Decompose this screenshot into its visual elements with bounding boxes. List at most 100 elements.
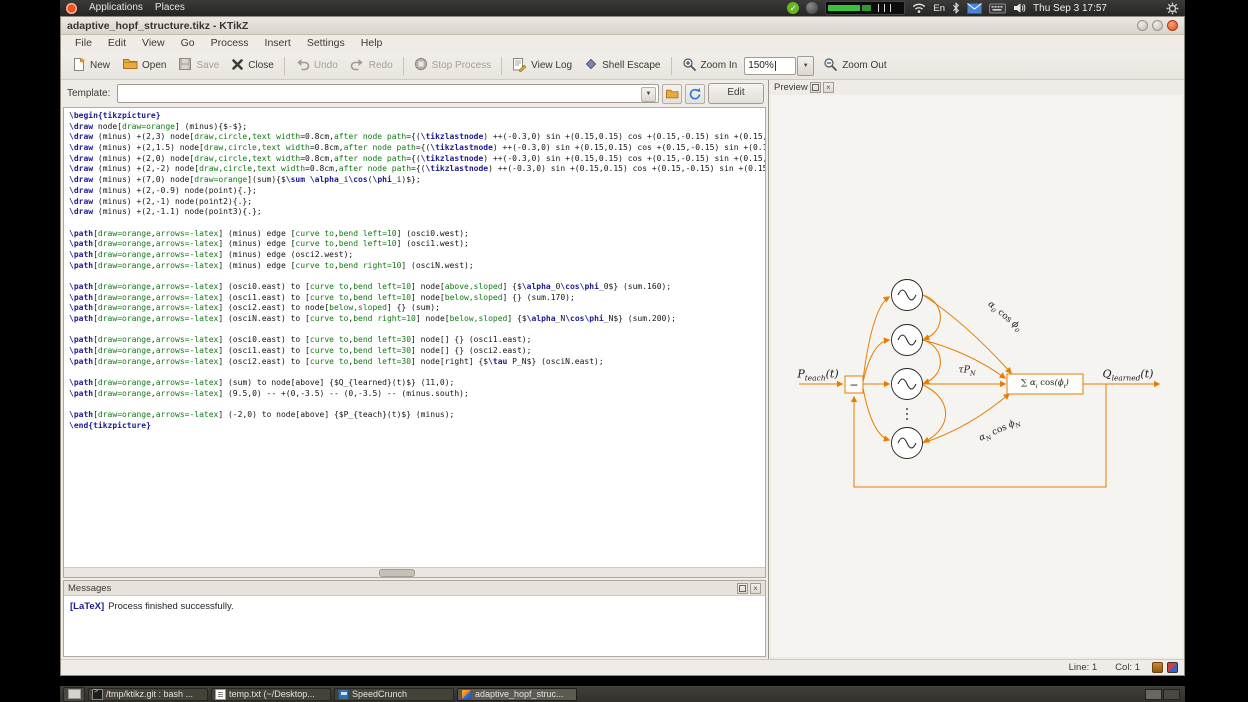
code-line — [69, 400, 765, 411]
sum-node-label: ∑ αi cos(ϕi) — [1021, 378, 1069, 390]
volume-icon[interactable] — [1013, 2, 1026, 14]
code-area[interactable]: \begin{tikzpicture}\draw node[draw=orang… — [64, 108, 765, 567]
workspace-switcher — [1145, 689, 1180, 700]
undock-icon[interactable] — [810, 82, 821, 93]
template-combobox[interactable]: ▼ — [117, 84, 659, 103]
taskbar-window-button[interactable]: SpeedCrunch — [334, 688, 454, 701]
column-indicator: Col: 1 — [1115, 662, 1140, 673]
mail-icon[interactable] — [967, 3, 982, 14]
places-menu[interactable]: Places — [149, 0, 191, 16]
applications-menu[interactable]: Applications — [83, 0, 149, 16]
settings-gear-icon[interactable] — [1166, 2, 1179, 15]
menu-item[interactable]: Edit — [100, 35, 134, 52]
status-misc-icon[interactable] — [1167, 662, 1178, 673]
save-button[interactable]: Save — [172, 55, 225, 76]
close-panel-icon[interactable]: × — [823, 82, 834, 93]
menu-item[interactable]: Settings — [299, 35, 353, 52]
show-desktop-button[interactable] — [63, 687, 85, 702]
horizontal-scrollbar[interactable] — [64, 567, 765, 577]
zoom-dropdown-arrow[interactable]: ▼ — [797, 56, 814, 76]
preview-header: Preview × — [769, 80, 1184, 95]
taskbar-window-label: adaptive_hopf_struc... — [475, 689, 564, 699]
minus-node-label: − — [849, 379, 858, 392]
taskbar-window-label: SpeedCrunch — [352, 689, 407, 699]
text-cursor — [775, 61, 776, 71]
code-line: \path[draw=orange,arrows=-latex] (osci2.… — [69, 303, 765, 314]
workspace-2[interactable] — [1163, 689, 1180, 700]
taskbar-window-label: /tmp/ktikz.git : bash ... — [106, 689, 193, 699]
keyboard-icon[interactable] — [989, 3, 1006, 14]
code-line: \path[draw=orange,arrows=-latex] (minus)… — [69, 239, 765, 250]
stop-process-button[interactable]: Stop Process — [408, 55, 497, 76]
status-package-icon[interactable] — [1152, 662, 1163, 673]
keyboard-layout-indicator[interactable]: En — [933, 3, 945, 14]
undock-icon[interactable] — [737, 583, 748, 594]
chevron-down-icon[interactable]: ▼ — [641, 87, 656, 102]
open-button[interactable]: Open — [116, 55, 172, 76]
system-monitor-applet[interactable] — [825, 1, 905, 15]
code-line: \path[draw=orange,arrows=-latex] (osciN.… — [69, 314, 765, 325]
code-line: \draw (minus) +(2,-0.9) node(point){.}; — [69, 186, 765, 197]
new-button[interactable]: New — [66, 55, 116, 77]
menu-item[interactable]: Insert — [257, 35, 299, 52]
workspace-1[interactable] — [1145, 689, 1162, 700]
template-reload-button[interactable] — [685, 84, 705, 104]
ubuntu-logo-icon[interactable] — [66, 3, 77, 14]
zoom-level-input[interactable]: 150% — [744, 57, 796, 75]
code-line: \draw (minus) +(2,-2) node[draw,circle,t… — [69, 164, 765, 175]
editor-column: Template: ▼ Edit \begin{tikzpicture}\dra… — [61, 80, 768, 659]
minimize-button[interactable] — [1137, 20, 1148, 31]
code-line — [69, 368, 765, 379]
preview-column: Preview × — [768, 80, 1184, 659]
network-globe-icon[interactable] — [806, 2, 818, 14]
code-line: \path[draw=orange,arrows=-latex] (minus)… — [69, 261, 765, 272]
terminal-icon — [92, 689, 103, 700]
close-panel-icon[interactable]: × — [750, 583, 761, 594]
code-line — [69, 325, 765, 336]
maximize-button[interactable] — [1152, 20, 1163, 31]
line-indicator: Line: 1 — [1069, 662, 1098, 673]
stop-icon — [414, 57, 428, 74]
main-area: Template: ▼ Edit \begin{tikzpicture}\dra… — [61, 80, 1184, 659]
shell-escape-button[interactable]: Shell Escape — [578, 55, 666, 76]
view-log-label: View Log — [531, 60, 572, 71]
redo-label: Redo — [369, 60, 393, 71]
code-line: \draw (minus) +(2,-1) node(point2){.}; — [69, 197, 765, 208]
taskbar-window-label: temp.txt (~/Desktop... — [229, 689, 315, 699]
update-check-icon[interactable]: ✓ — [787, 2, 799, 14]
taskbar-window-button[interactable]: /tmp/ktikz.git : bash ... — [88, 688, 208, 701]
wifi-icon[interactable] — [912, 2, 926, 14]
status-bar: Line: 1 Col: 1 — [61, 659, 1184, 675]
undo-button[interactable]: Undo — [289, 55, 344, 76]
code-line: \path[draw=orange,arrows=-latex] (osci0.… — [69, 282, 765, 293]
template-edit-button[interactable]: Edit — [708, 83, 764, 104]
shell-escape-icon — [584, 57, 598, 74]
monitor-tick — [878, 4, 879, 12]
menu-item[interactable]: View — [134, 35, 173, 52]
close-file-button[interactable]: Close — [225, 56, 280, 76]
code-editor[interactable]: \begin{tikzpicture}\draw node[draw=orang… — [63, 107, 766, 578]
zoom-out-button[interactable]: Zoom Out — [817, 55, 892, 77]
menu-item[interactable]: Go — [173, 35, 203, 52]
menu-item[interactable]: File — [67, 35, 100, 52]
scrollbar-thumb[interactable] — [379, 569, 415, 577]
taskbar-window-button[interactable]: adaptive_hopf_struc... — [457, 688, 577, 701]
textfile-icon — [215, 689, 226, 700]
template-open-button[interactable] — [662, 84, 682, 104]
zoom-in-button[interactable]: Zoom In — [676, 55, 744, 77]
system-tray: ✓ En Thu Sep 3 17:57 — [787, 1, 1181, 15]
code-line: \path[draw=orange,arrows=-latex] (minus)… — [69, 229, 765, 240]
redo-button[interactable]: Redo — [344, 55, 399, 76]
bluetooth-icon[interactable] — [952, 2, 960, 14]
menu-item[interactable]: Process — [203, 35, 257, 52]
code-line: \path[draw=orange,arrows=-latex] (-2,0) … — [69, 410, 765, 421]
taskbar-window-button[interactable]: temp.txt (~/Desktop... — [211, 688, 331, 701]
p-teach-label: Pteach(t) — [797, 367, 838, 382]
titlebar[interactable]: adaptive_hopf_structure.tikz - KTikZ — [61, 17, 1184, 35]
close-window-button[interactable] — [1167, 20, 1178, 31]
view-log-button[interactable]: View Log — [506, 55, 578, 77]
code-line: \draw (minus) +(2,1.5) node[draw,circle,… — [69, 143, 765, 154]
panel-clock[interactable]: Thu Sep 3 17:57 — [1033, 3, 1107, 14]
menu-item[interactable]: Help — [353, 35, 391, 52]
undock-glyph — [812, 84, 819, 91]
